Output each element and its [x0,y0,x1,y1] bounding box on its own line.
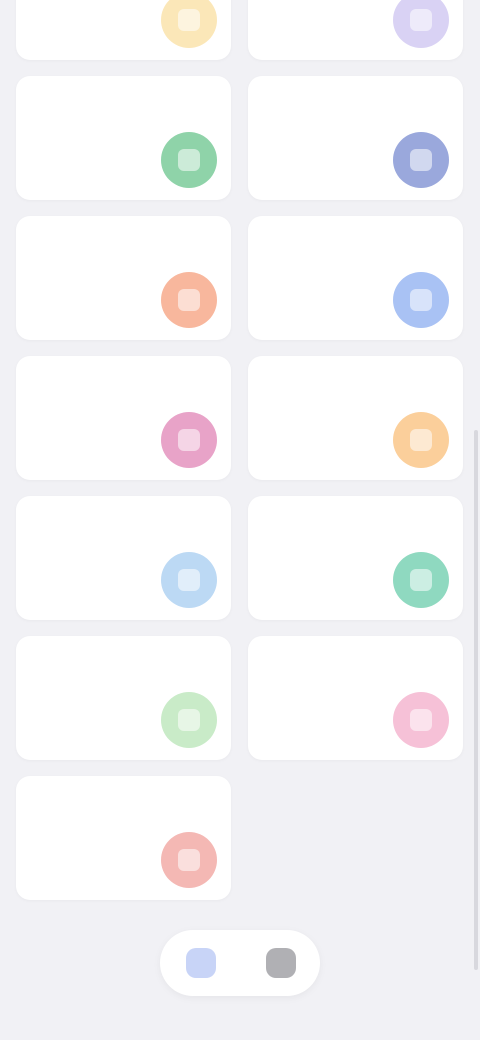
card-11[interactable] [16,636,231,760]
card-3[interactable] [16,76,231,200]
card-6[interactable] [248,216,463,340]
grid-icon [393,132,449,188]
app-screen [0,0,480,1040]
bell-icon [161,832,217,888]
flame-icon [161,272,217,328]
card-8[interactable] [248,356,463,480]
drop-icon [393,272,449,328]
check-icon-glyph [178,709,200,731]
heart-icon [161,412,217,468]
card-2[interactable] [248,0,463,60]
profile-icon[interactable] [266,948,296,978]
sun-icon [161,0,217,48]
card-9[interactable] [16,496,231,620]
moon-icon [393,0,449,48]
leaf-icon [161,132,217,188]
leaf-icon-glyph [178,149,200,171]
card-1[interactable] [16,0,231,60]
chart-icon-glyph [410,569,432,591]
check-icon [161,692,217,748]
flower-icon-glyph [410,709,432,731]
bottom-nav [160,930,320,996]
grid-icon-glyph [410,149,432,171]
flower-icon [393,692,449,748]
card-13[interactable] [16,776,231,900]
bell-icon-glyph [178,849,200,871]
moon-icon-glyph [410,9,432,31]
cloud-icon-glyph [178,569,200,591]
drop-icon-glyph [410,289,432,311]
star-icon [393,412,449,468]
heart-icon-glyph [178,429,200,451]
card-10[interactable] [248,496,463,620]
sun-icon-glyph [178,9,200,31]
card-5[interactable] [16,216,231,340]
card-7[interactable] [16,356,231,480]
cloud-icon [161,552,217,608]
card-12[interactable] [248,636,463,760]
chart-icon [393,552,449,608]
home-icon[interactable] [186,948,216,978]
star-icon-glyph [410,429,432,451]
flame-icon-glyph [178,289,200,311]
scrollbar[interactable] [474,430,478,970]
card-4[interactable] [248,76,463,200]
